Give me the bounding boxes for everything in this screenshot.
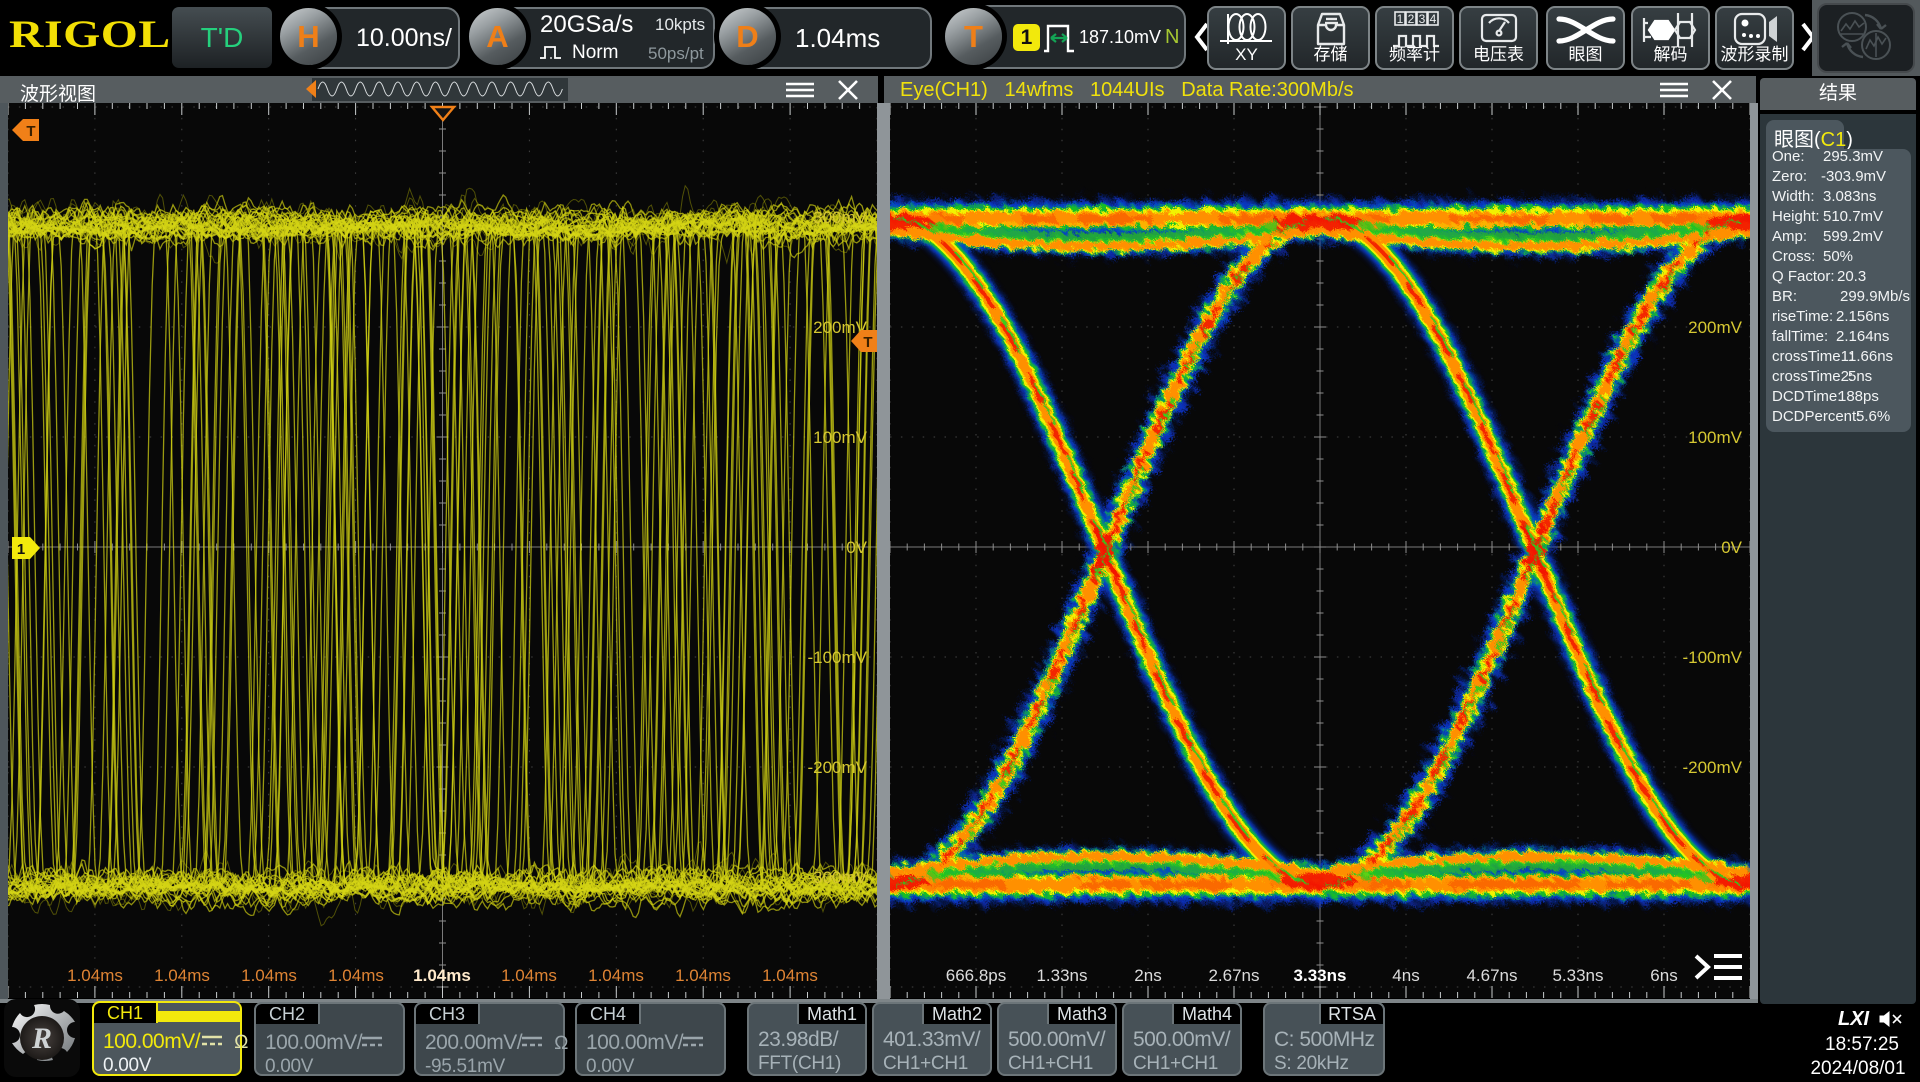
svg-text:5.33ns: 5.33ns xyxy=(1552,966,1603,985)
svg-text:1.04ms: 1.04ms xyxy=(67,966,123,985)
svg-text:1.04ms: 1.04ms xyxy=(328,966,384,985)
svg-text:3: 3 xyxy=(1418,12,1425,26)
svg-text:4ns: 4ns xyxy=(1392,966,1419,985)
svg-text:-300mV: -300mV xyxy=(807,868,867,887)
svg-text:1.04ms: 1.04ms xyxy=(762,966,818,985)
svg-text:2ns: 2ns xyxy=(1134,966,1161,985)
svg-text:100mV: 100mV xyxy=(813,428,868,447)
svg-text:1.04ms: 1.04ms xyxy=(154,966,210,985)
svg-text:200mV: 200mV xyxy=(1688,318,1743,337)
svg-text:-200mV: -200mV xyxy=(807,758,867,777)
svg-text:R: R xyxy=(31,1022,52,1055)
svg-text:Ω: Ω xyxy=(554,1033,569,1052)
svg-text:1.04ms: 1.04ms xyxy=(501,966,557,985)
svg-text:6ns: 6ns xyxy=(1650,966,1677,985)
svg-text:1: 1 xyxy=(17,541,25,558)
svg-text:-100mV: -100mV xyxy=(807,648,867,667)
svg-text:666.8ps: 666.8ps xyxy=(946,966,1007,985)
svg-text:0V: 0V xyxy=(1721,538,1742,557)
svg-text:-200mV: -200mV xyxy=(1682,758,1742,777)
svg-text:1: 1 xyxy=(1396,12,1403,26)
svg-text:1.04ms: 1.04ms xyxy=(588,966,644,985)
svg-text:1.33ns: 1.33ns xyxy=(1036,966,1087,985)
svg-text:4: 4 xyxy=(1429,12,1436,26)
svg-text:3.33ns: 3.33ns xyxy=(1294,966,1347,985)
svg-text:300mV: 300mV xyxy=(813,208,868,227)
svg-text:T: T xyxy=(26,123,35,140)
svg-text:T: T xyxy=(863,334,872,351)
svg-text:100mV: 100mV xyxy=(1688,428,1743,447)
svg-text:4.67ns: 4.67ns xyxy=(1466,966,1517,985)
svg-text:Ω: Ω xyxy=(234,1032,249,1051)
svg-text:2.67ns: 2.67ns xyxy=(1208,966,1259,985)
svg-text:1.04ms: 1.04ms xyxy=(675,966,731,985)
svg-text:1.04ms: 1.04ms xyxy=(241,966,297,985)
svg-text:-100mV: -100mV xyxy=(1682,648,1742,667)
svg-text:2: 2 xyxy=(1407,12,1414,26)
svg-text:0V: 0V xyxy=(846,538,867,557)
svg-text:1.04ms: 1.04ms xyxy=(413,966,471,985)
